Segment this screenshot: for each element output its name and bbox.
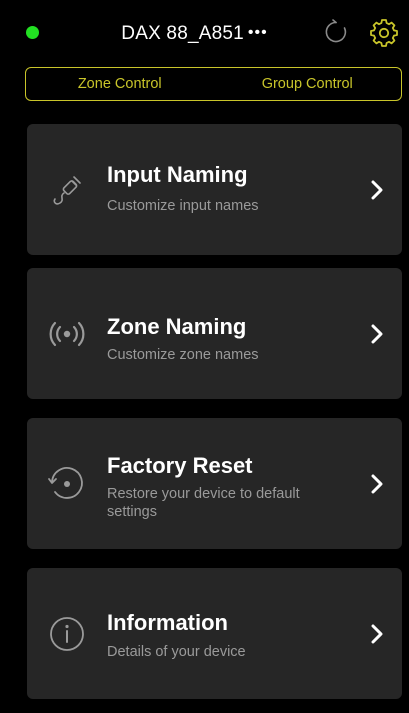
information-card[interactable]: Information Details of your device — [27, 568, 402, 699]
more-dots-icon[interactable]: ••• — [248, 24, 268, 41]
zone-naming-card[interactable]: Zone Naming Customize zone names — [27, 268, 402, 399]
factory-reset-title: Factory Reset — [107, 453, 253, 478]
information-title: Information — [107, 610, 228, 635]
zone-naming-title: Zone Naming — [107, 314, 247, 339]
info-icon — [50, 617, 84, 651]
device-name-label: DAX 88_A851 — [121, 23, 244, 44]
top-bar: DAX 88_A851 ••• — [0, 0, 409, 62]
audio-cable-icon — [53, 176, 81, 205]
tab-group-control[interactable]: Group Control — [214, 68, 402, 100]
chevron-right-icon — [371, 324, 383, 344]
settings-screen: DAX 88_A851 ••• Zone Control Group Contro… — [0, 0, 409, 713]
chevron-right-icon — [371, 180, 383, 200]
factory-reset-subtitle: Restore your device to default settings — [107, 486, 300, 520]
tab-zone-control[interactable]: Zone Control — [26, 68, 214, 100]
input-naming-title: Input Naming — [107, 162, 248, 187]
gear-icon[interactable] — [370, 19, 398, 47]
information-subtitle: Details of your device — [107, 644, 246, 660]
chevron-right-icon — [371, 474, 383, 494]
zone-naming-subtitle: Customize zone names — [107, 347, 259, 363]
control-mode-segmented: Zone Control Group Control — [25, 67, 402, 101]
chevron-right-icon — [371, 624, 383, 644]
input-naming-subtitle: Customize input names — [107, 198, 259, 214]
factory-reset-card[interactable]: Factory Reset Restore your device to def… — [27, 418, 402, 549]
refresh-icon[interactable] — [323, 19, 349, 45]
input-naming-card[interactable]: Input Naming Customize input names — [27, 124, 402, 255]
broadcast-icon — [49, 321, 85, 347]
reset-icon — [48, 467, 83, 499]
